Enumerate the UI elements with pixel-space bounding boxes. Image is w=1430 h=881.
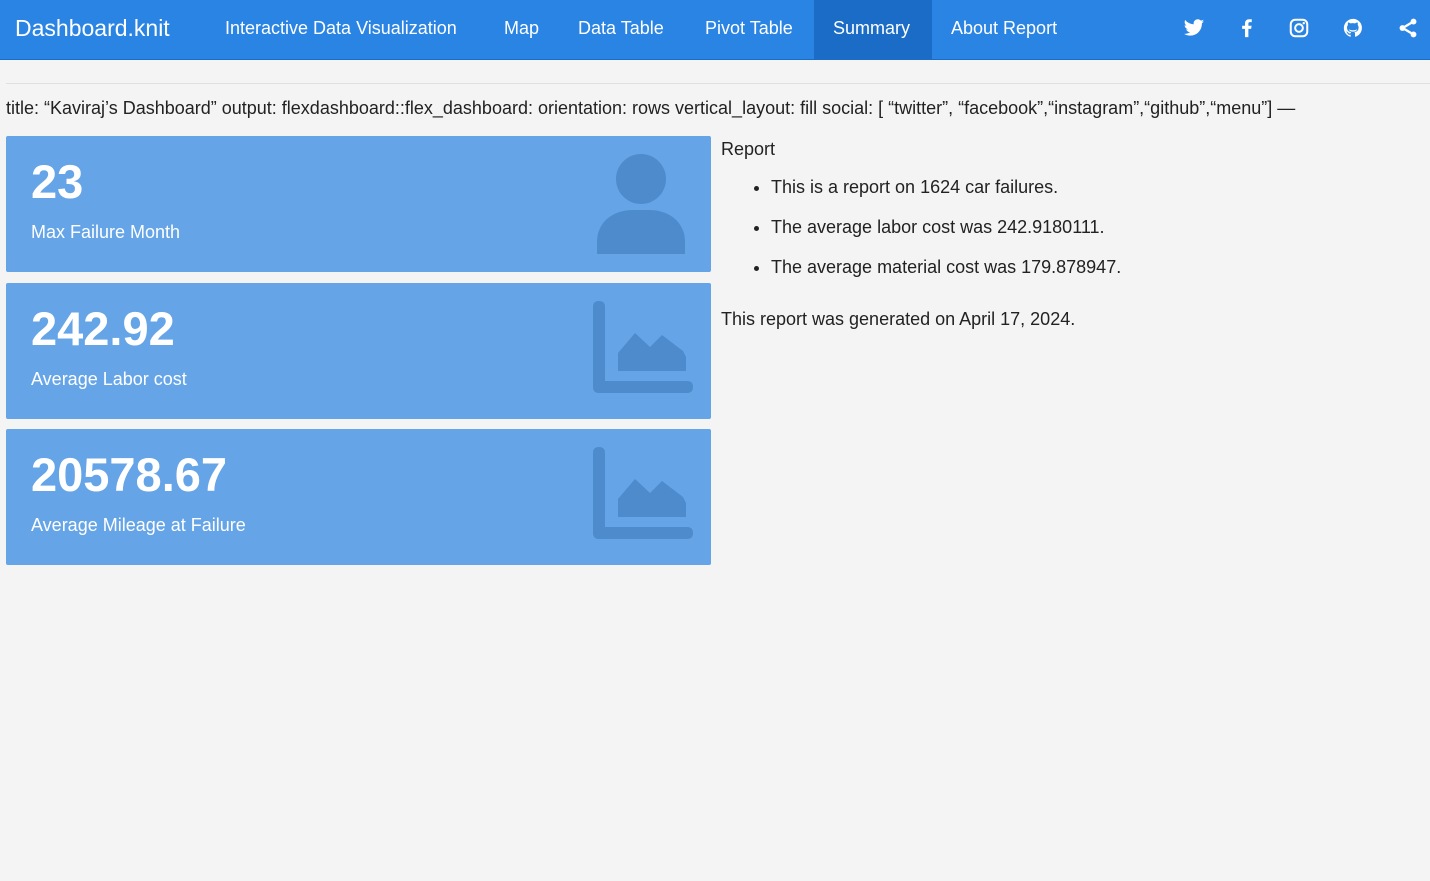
brand-title[interactable]: Dashboard.knit bbox=[15, 0, 170, 56]
valuebox-caption: Max Failure Month bbox=[31, 222, 181, 242]
valuebox-average-labor-cost: 242.92 Average Labor cost bbox=[6, 283, 711, 419]
valuebox-caption: Average Mileage at Failure bbox=[31, 515, 246, 535]
facebook-icon[interactable] bbox=[1236, 17, 1260, 41]
list-item: The average material cost was 179.878947… bbox=[771, 255, 1421, 279]
list-item: The average labor cost was 242.9180111. bbox=[771, 215, 1421, 239]
area-chart-icon bbox=[593, 447, 693, 539]
valuebox-caption: Average Labor cost bbox=[31, 369, 187, 389]
share-icon[interactable] bbox=[1397, 17, 1421, 41]
report-title: Report bbox=[721, 139, 776, 159]
tab-pivot-table[interactable]: Pivot Table bbox=[686, 0, 812, 60]
yaml-header-text: title: “Kaviraj’s Dashboard” output: fle… bbox=[6, 98, 1296, 118]
tab-about-report[interactable]: About Report bbox=[932, 0, 1076, 60]
tab-interactive-data-visualization[interactable]: Interactive Data Visualization bbox=[206, 0, 476, 60]
list-item: This is a report on 1624 car failures. bbox=[771, 175, 1421, 199]
valuebox-value: 23 bbox=[31, 155, 84, 208]
instagram-icon[interactable] bbox=[1288, 17, 1312, 41]
area-chart-icon bbox=[593, 301, 693, 393]
valuebox-average-mileage: 20578.67 Average Mileage at Failure bbox=[6, 429, 711, 565]
valuebox-value: 242.92 bbox=[31, 302, 175, 355]
valuebox-max-failure-month: 23 Max Failure Month bbox=[6, 136, 711, 272]
header-divider bbox=[6, 83, 1430, 84]
twitter-icon[interactable] bbox=[1183, 17, 1207, 41]
report-list: This is a report on 1624 car failures. T… bbox=[721, 175, 1421, 279]
navbar: Dashboard.knit Interactive Data Visualiz… bbox=[0, 0, 1430, 60]
tab-summary[interactable]: Summary bbox=[814, 0, 932, 60]
user-icon bbox=[597, 154, 685, 254]
github-icon[interactable] bbox=[1342, 17, 1366, 41]
tab-map[interactable]: Map bbox=[485, 0, 558, 60]
tab-data-table[interactable]: Data Table bbox=[559, 0, 683, 60]
report-panel: Report This is a report on 1624 car fail… bbox=[721, 137, 1421, 329]
report-generated-date: This report was generated on April 17, 2… bbox=[721, 309, 1076, 329]
valuebox-value: 20578.67 bbox=[31, 448, 228, 501]
